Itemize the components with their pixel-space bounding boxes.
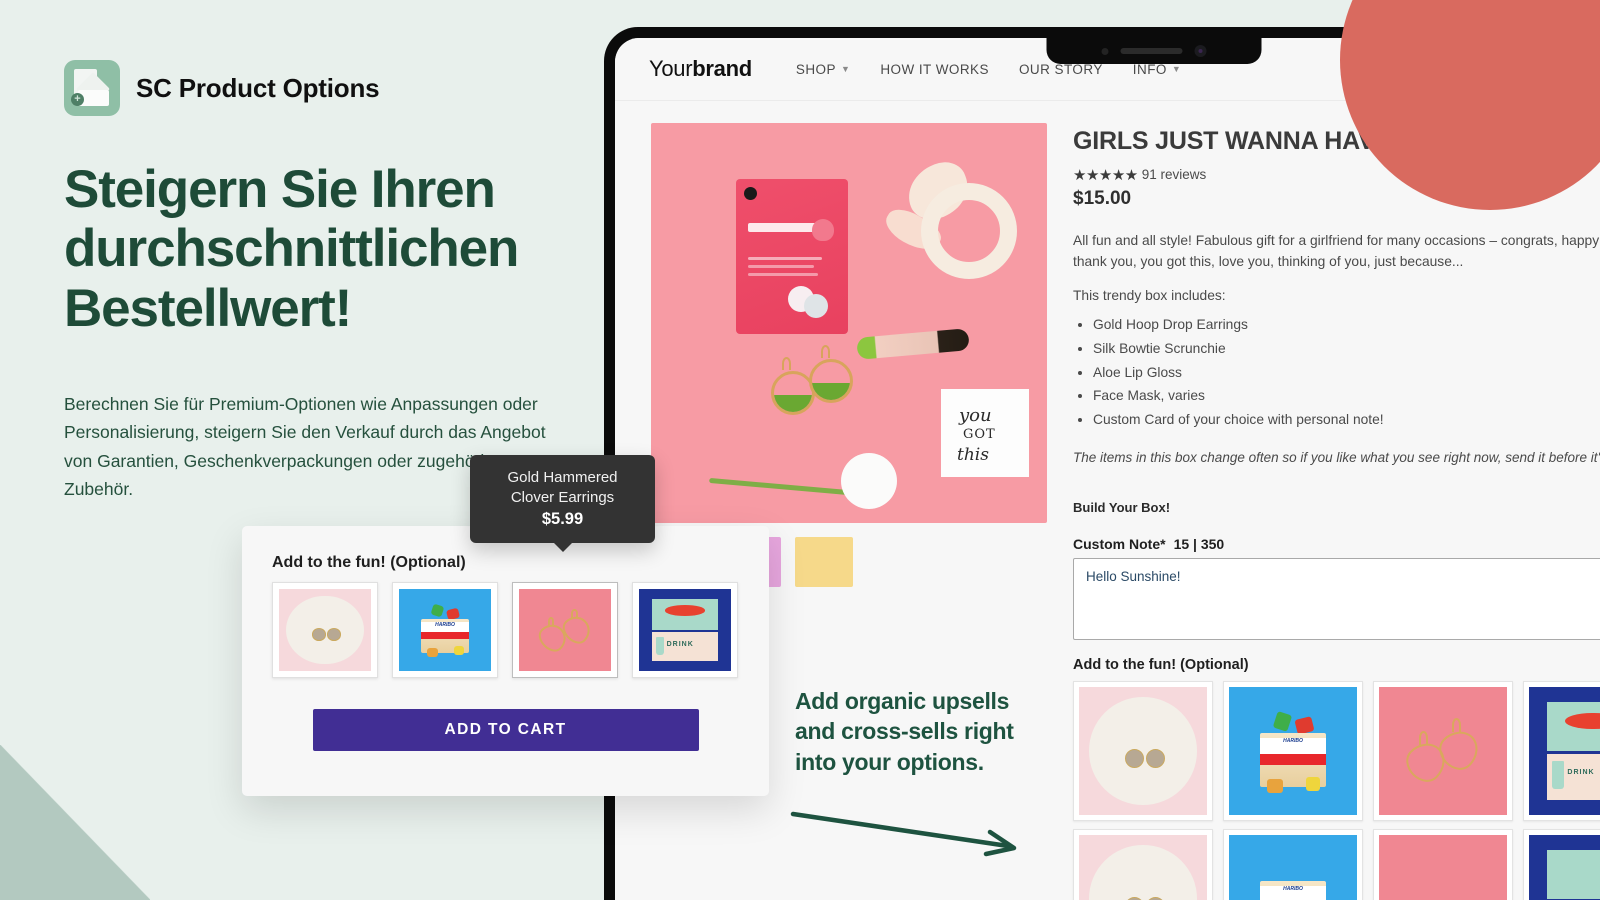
flatlay-lip-gloss [856,328,970,360]
swatch-haribo-goldbears[interactable]: HARIBO [1223,681,1363,822]
page-title: Steigern Sie Ihren durchschnittlichen Be… [64,160,519,338]
chevron-down-icon: ▼ [1171,64,1182,74]
custom-note-label-text: Custom Note* [1073,536,1166,553]
custom-note-input[interactable] [1073,558,1600,641]
thumb-yellow[interactable] [795,537,853,587]
product-options-logo-icon: + [64,60,120,116]
arrow-right-icon [790,811,1017,857]
decorative-triangle [0,745,150,900]
swatch-free-drink-card[interactable]: DRINK [632,582,738,678]
swatch-free-drink-card[interactable] [1523,829,1600,900]
addon-swatch-grid-row2: HARIBO [1073,829,1600,900]
swatch-stud-earrings[interactable] [1073,829,1213,900]
swatch-gold-clover-earrings[interactable] [1373,829,1513,900]
list-item: Custom Card of your choice with personal… [1093,408,1600,432]
speaker-grille-icon [1120,48,1183,54]
swatch-gold-clover-earrings[interactable] [1373,681,1513,822]
product-tooltip: Gold Hammered Clover Earrings $5.99 [470,455,655,552]
floating-swatch-grid: HARIBO DRINK [272,582,739,678]
add-to-cart-button[interactable]: ADD TO CART [312,709,699,751]
product-info: GIRLS JUST WANNA HAVE FUN BOX ★★★★★ 91 r… [1073,123,1600,900]
flatlay-scrunchie [921,183,1017,279]
site-logo[interactable]: Yourbrand [649,56,752,82]
hero-column: + SC Product Options Steigern Sie Ihren … [64,60,604,503]
flatlay-stem [709,477,849,496]
annotation-text: Add organic upsells and cross-sells righ… [795,688,1014,775]
logo-first: Your [649,56,693,81]
flatlay-pompom [841,453,897,509]
swatch-free-drink-card[interactable]: DRINK [1523,681,1600,822]
custom-note-counter: 15 | 350 [1173,536,1225,553]
custom-note-label: Custom Note* 15 | 350 [1073,536,1600,552]
nav-item-how-it-works[interactable]: HOW IT WORKS [880,62,989,77]
flatlay-earring-hook [821,345,830,358]
tooltip-product-name: Gold Hammered Clover Earrings [507,469,618,506]
chevron-down-icon: ▼ [840,64,851,74]
star-rating-icon: ★★★★★ [1073,166,1138,184]
brand-name: SC Product Options [136,72,380,103]
review-count[interactable]: 91 reviews [1142,167,1207,182]
product-main-image[interactable]: you GOT this [651,123,1047,523]
list-item: Silk Bowtie Scrunchie [1093,337,1600,361]
list-item: Aloe Lip Gloss [1093,361,1600,385]
flatlay-face-mask [736,179,848,334]
swatch-stud-earrings[interactable] [1073,681,1213,822]
list-item: Gold Hoop Drop Earrings [1093,313,1600,337]
includes-list: Gold Hoop Drop Earrings Silk Bowtie Scru… [1093,313,1600,432]
build-your-box-label: Build Your Box! [1073,500,1171,516]
addon-section-label: Add to the fun! (Optional) [1073,657,1249,674]
flatlay-hoop-earring [809,359,853,403]
product-note: The items in this box change often so if… [1073,449,1600,465]
nav-label: SHOP [795,61,836,77]
floating-options-card: Add to the fun! (Optional) HARIBO DRINK … [242,526,769,796]
flatlay-earring-hook [782,357,791,370]
includes-label: This trendy box includes: [1073,288,1226,304]
nav-item-shop[interactable]: SHOP ▼ [796,62,850,77]
brand-row: + SC Product Options [64,60,604,116]
webcam-icon [1194,45,1207,57]
floating-card-title: Add to the fun! (Optional) [272,554,466,571]
product-description: All fun and all style! Fabulous gift for… [1073,232,1600,269]
flatlay-you-got-this-card: you GOT this [941,389,1029,477]
tooltip-product-price: $5.99 [541,510,584,528]
laptop-notch [1046,38,1262,64]
addon-swatch-grid: HARIBO DRINK [1073,681,1600,822]
list-item: Face Mask, varies [1093,384,1600,408]
swatch-haribo-goldbears[interactable]: HARIBO [392,582,498,678]
nav-label: HOW IT WORKS [880,61,989,77]
swatch-stud-earrings[interactable] [272,582,378,678]
logo-second: brand [692,56,752,81]
swatch-haribo-goldbears[interactable]: HARIBO [1223,829,1363,900]
tooltip-arrow-icon [552,542,573,552]
sensor-icon [1101,47,1109,55]
swatch-gold-clover-earrings[interactable] [512,582,618,678]
